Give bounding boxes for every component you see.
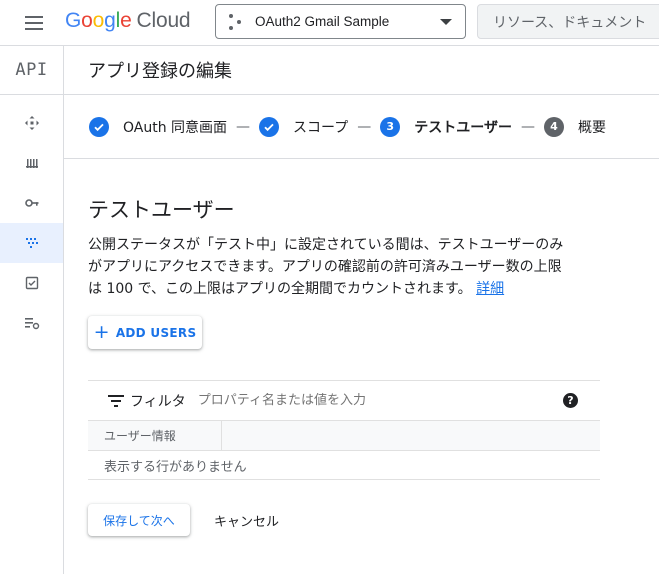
step-label: スコープ — [293, 119, 349, 136]
nav-settings-list-icon[interactable] — [0, 303, 63, 343]
menu-line — [25, 22, 43, 24]
nav-oauth-consent-icon[interactable] — [0, 223, 63, 263]
step-number: 3 — [380, 116, 401, 137]
stepper: OAuth 同意画面 — スコープ — 3 テストユーザー — 4 概要 — [64, 95, 659, 159]
filter-icon — [108, 394, 124, 407]
top-bar: Google Cloud OAuth2 Gmail Sample リソース、ドキュ… — [0, 0, 659, 46]
menu-line — [25, 16, 43, 18]
step-oauth-consent[interactable]: OAuth 同意画面 — [89, 116, 228, 137]
step-label: OAuth 同意画面 — [123, 119, 228, 136]
check-icon — [259, 116, 280, 137]
project-selector[interactable]: OAuth2 Gmail Sample — [215, 4, 466, 39]
step-separator: — — [236, 118, 251, 135]
project-name: OAuth2 Gmail Sample — [255, 14, 390, 29]
step-scopes[interactable]: スコープ — [259, 116, 349, 137]
step-separator: — — [357, 118, 372, 135]
column-header-user-info[interactable]: ユーザー情報 — [88, 420, 222, 451]
api-label: API — [0, 46, 63, 95]
nav-domain-verification-icon[interactable] — [0, 263, 63, 303]
filter-input[interactable] — [197, 393, 498, 408]
nav-library-icon[interactable] — [0, 143, 63, 183]
filter-label: フィルタ — [130, 393, 186, 410]
step-summary[interactable]: 4 概要 — [543, 116, 606, 137]
project-icon — [229, 13, 243, 30]
step-number: 4 — [543, 116, 564, 137]
description-line: がアプリにアクセスできます。アプリの確認前の許可済みユーザー数の上限 — [88, 259, 562, 275]
step-label: テストユーザー — [414, 119, 512, 136]
help-icon[interactable]: ? — [563, 393, 578, 408]
plus-icon: + — [93, 321, 110, 343]
main-menu-button[interactable] — [22, 12, 46, 34]
main-content: アプリ登録の編集 OAuth 同意画面 — スコープ — 3 テストユーザー —… — [64, 46, 659, 574]
page-title: アプリ登録の編集 — [64, 46, 659, 95]
learn-more-link[interactable]: 詳細 — [476, 281, 504, 297]
add-users-button[interactable]: + ADD USERS — [88, 316, 202, 349]
step-separator: — — [520, 118, 535, 135]
cancel-button[interactable]: キャンセル — [204, 504, 289, 536]
step-label: 概要 — [577, 119, 606, 136]
left-nav-rail: API — [0, 46, 64, 574]
description-line: は 100 で、この上限はアプリの全期間でカウントされます。 詳細 — [88, 281, 505, 297]
table-header: ユーザー情報 — [88, 420, 600, 451]
search-input[interactable]: リソース、ドキュメント — [477, 4, 659, 39]
save-and-continue-button[interactable]: 保存して次へ — [88, 504, 190, 536]
description-line: 公開ステータスが「テスト中」に設定されている間は、テストユーザーのみ — [88, 237, 564, 253]
table-empty-message: 表示する行がありません — [88, 451, 600, 480]
section-description: 公開ステータスが「テスト中」に設定されている間は、テストユーザーのみ がアプリに… — [88, 234, 608, 300]
section-title: テストユーザー — [88, 198, 235, 222]
nav-dashboard-icon[interactable] — [0, 103, 63, 143]
menu-line — [25, 28, 43, 30]
nav-credentials-icon[interactable] — [0, 183, 63, 223]
google-cloud-logo[interactable]: Google Cloud — [65, 9, 191, 33]
dropdown-caret-icon — [440, 19, 452, 25]
step-test-users[interactable]: 3 テストユーザー — [380, 116, 512, 137]
check-icon — [89, 116, 109, 137]
filter-bar: フィルタ ? — [88, 380, 600, 421]
